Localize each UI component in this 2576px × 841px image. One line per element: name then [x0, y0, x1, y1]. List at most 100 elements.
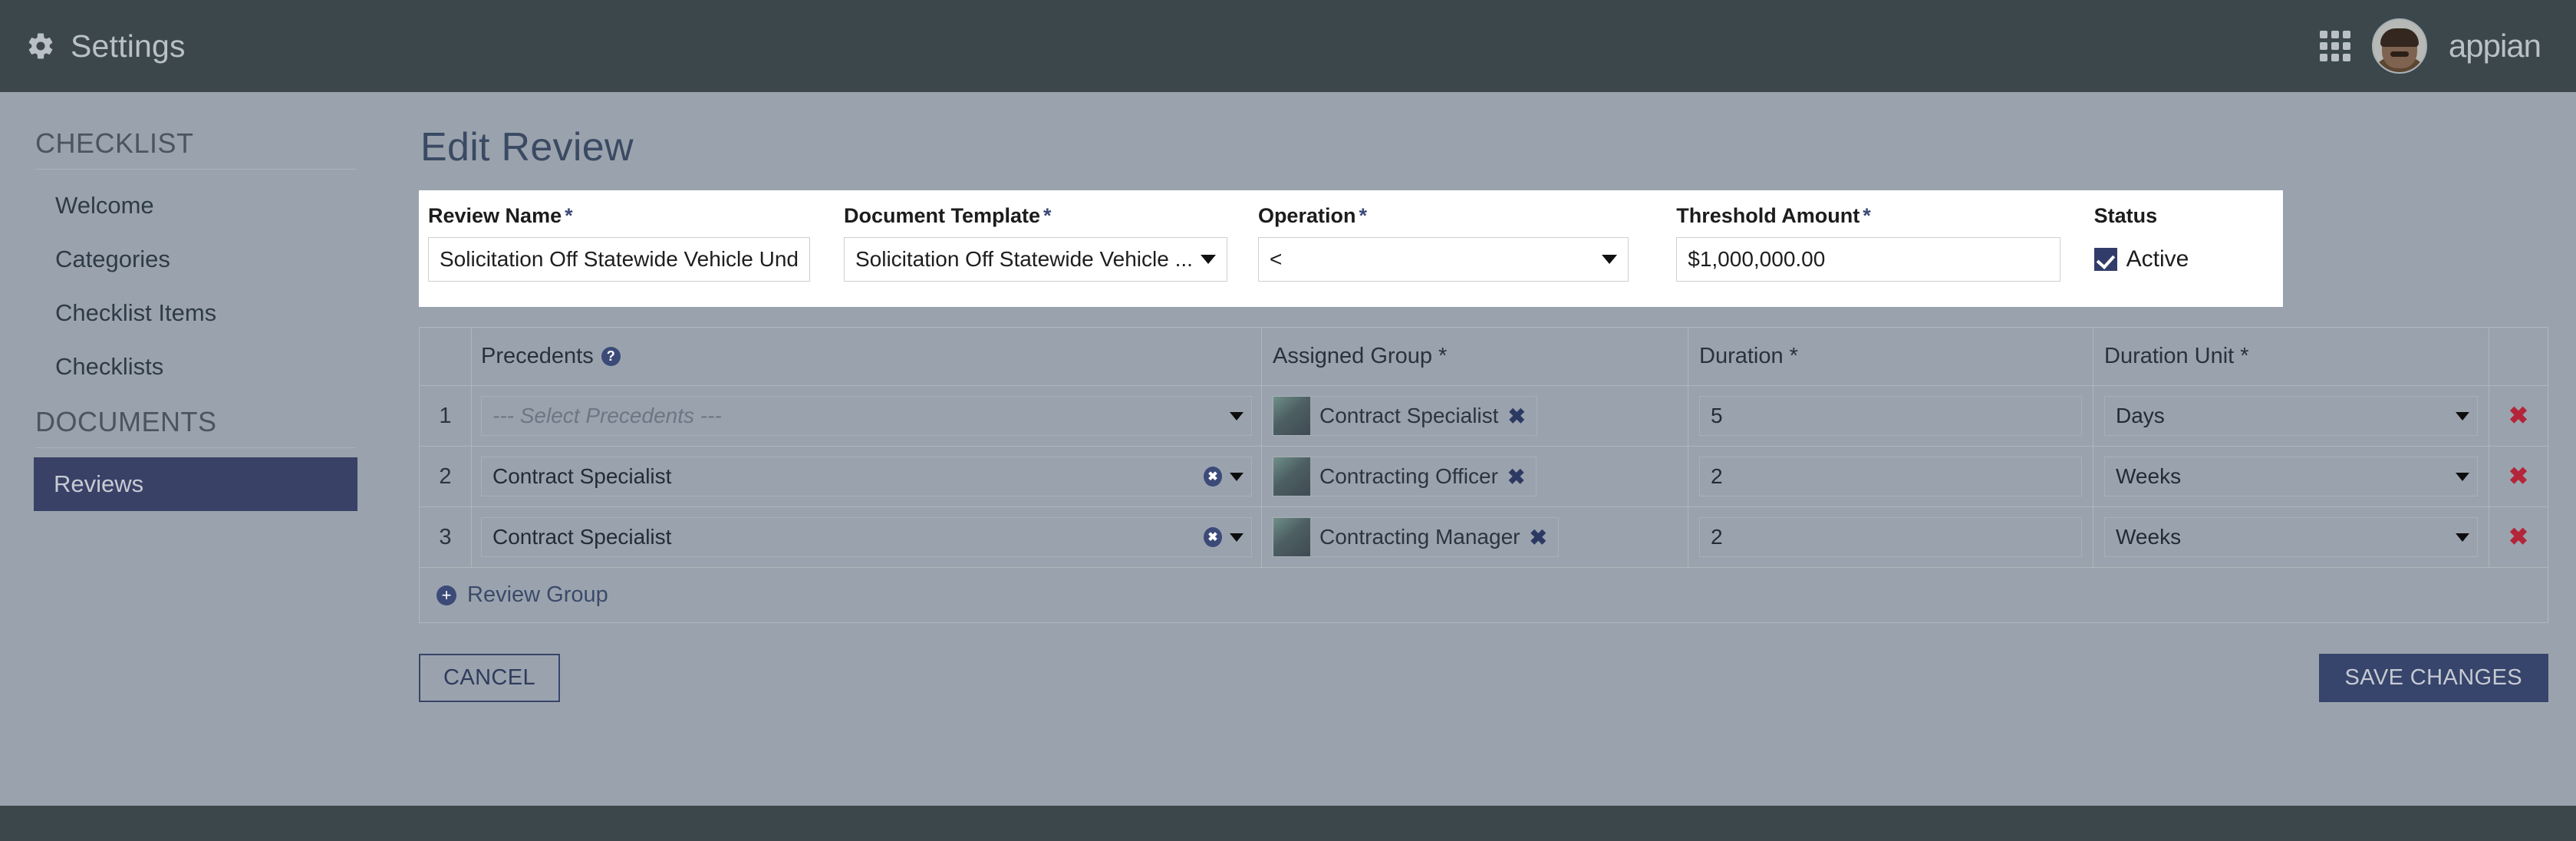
row-duration-cell: 2: [1688, 507, 2093, 567]
chevron-down-icon: [1602, 255, 1618, 264]
group-avatar: [1273, 518, 1310, 556]
precedents-select[interactable]: Contract Specialist ✖: [481, 517, 1252, 557]
precedents-select[interactable]: Contract Specialist ✖: [481, 457, 1252, 496]
assigned-group-value: Contracting Officer: [1319, 464, 1498, 488]
duration-unit-select[interactable]: Weeks: [2104, 457, 2478, 496]
clear-circle-icon[interactable]: ✖: [1204, 467, 1222, 486]
duration-input[interactable]: 2: [1699, 457, 2082, 496]
row-precedents-cell: --- Select Precedents ---: [472, 386, 1262, 446]
document-template-select[interactable]: Solicitation Off Statewide Vehicle ...: [843, 237, 1227, 282]
sidebar-section-checklist: CHECKLIST: [35, 127, 194, 159]
sidebar-item-reviews[interactable]: Reviews: [34, 457, 357, 511]
duration-unit-select[interactable]: Days: [2104, 396, 2478, 436]
assigned-group-chip[interactable]: Contract Specialist ✖: [1273, 396, 1537, 436]
duration-unit-select[interactable]: Weeks: [2104, 517, 2478, 557]
chevron-down-icon: [2456, 411, 2469, 420]
operation-select[interactable]: <: [1257, 237, 1629, 282]
operation-value: <: [1269, 247, 1283, 271]
field-review-name: Review Name * Solicitation Off Statewide …: [428, 204, 810, 282]
assigned-group-chip[interactable]: Contracting Manager ✖: [1273, 517, 1559, 557]
grid-header-row: Precedents ? Assigned Group * Duration *…: [420, 327, 2548, 386]
x-remove-icon[interactable]: ✖: [1507, 404, 1525, 429]
duration-input[interactable]: 5: [1699, 396, 2082, 436]
sidebar-item-checklists[interactable]: Checklists: [35, 340, 356, 394]
cancel-button[interactable]: CANCEL: [419, 654, 561, 702]
duration-unit-value: Weeks: [2116, 525, 2182, 549]
duration-unit-header-text: Duration Unit *: [2104, 344, 2249, 368]
gear-icon[interactable]: [26, 31, 55, 61]
chevron-down-icon: [1230, 472, 1244, 481]
top-bar-left: Settings: [26, 28, 186, 64]
row-number: 2: [420, 447, 472, 506]
threshold-amount-input[interactable]: $1,000,000.00: [1676, 237, 2060, 282]
row-delete-cell: ✖: [2489, 386, 2548, 446]
assigned-group-value: Contracting Manager: [1319, 525, 1520, 549]
review-name-input[interactable]: Solicitation Off Statewide Vehicle Und: [428, 237, 810, 282]
avatar[interactable]: [2371, 18, 2427, 74]
field-operation: Operation * <: [1257, 204, 1629, 282]
x-delete-icon[interactable]: ✖: [2508, 523, 2528, 551]
precedents-value: --- Select Precedents ---: [492, 404, 722, 427]
grid-header-delete: [2489, 328, 2548, 386]
grid-header-duration-unit: Duration Unit *: [2093, 327, 2489, 386]
help-icon[interactable]: ?: [601, 347, 621, 366]
threshold-amount-label: Threshold Amount *: [1676, 204, 2060, 228]
row-duration-unit-cell: Weeks: [2093, 447, 2489, 506]
field-threshold-amount: Threshold Amount * $1,000,000.00: [1676, 204, 2060, 282]
assigned-group-chip[interactable]: Contracting Officer ✖: [1273, 457, 1537, 496]
x-delete-icon[interactable]: ✖: [2508, 463, 2528, 490]
review-name-label: Review Name *: [428, 204, 810, 228]
row-duration-cell: 2: [1688, 447, 2093, 506]
document-template-value: Solicitation Off Statewide Vehicle ...: [855, 247, 1193, 271]
grid-header-assigned-group: Assigned Group *: [1262, 327, 1688, 386]
active-checkbox[interactable]: [2093, 248, 2117, 271]
row-number: 1: [420, 386, 472, 446]
row-assigned-group-cell: Contract Specialist ✖: [1262, 386, 1688, 446]
active-checkbox-label: Active: [2126, 246, 2189, 272]
sidebar-item-checklist-items[interactable]: Checklist Items: [35, 286, 356, 340]
document-template-label: Document Template *: [844, 204, 1227, 228]
plus-circle-icon[interactable]: +: [436, 585, 456, 605]
sidebar-divider-2: [35, 447, 356, 448]
group-avatar: [1273, 397, 1310, 435]
row-assigned-group-cell: Contracting Officer ✖: [1262, 447, 1688, 506]
app-title: Settings: [71, 28, 186, 64]
status-label: Status: [2093, 204, 2158, 227]
threshold-amount-label-text: Threshold Amount: [1676, 204, 1860, 227]
x-remove-icon[interactable]: ✖: [1529, 525, 1547, 550]
status-checkbox-row[interactable]: Active: [2093, 237, 2283, 282]
duration-value: 2: [1711, 525, 1723, 549]
form-actions: CANCEL SAVE CHANGES: [419, 654, 2548, 702]
top-bar-right: appian: [2319, 18, 2541, 74]
x-remove-icon[interactable]: ✖: [1507, 464, 1525, 490]
field-status: Status Active: [2093, 204, 2283, 282]
document-template-required: *: [1043, 204, 1052, 227]
sidebar-item-welcome[interactable]: Welcome: [35, 179, 356, 233]
sidebar-item-categories[interactable]: Categories: [35, 233, 356, 286]
table-row: 1 --- Select Precedents --- Contract Spe…: [420, 386, 2548, 447]
duration-input[interactable]: 2: [1699, 517, 2082, 557]
chevron-down-icon: [2456, 533, 2469, 542]
operation-required: *: [1359, 204, 1367, 227]
chevron-down-icon: [1200, 255, 1216, 264]
grid-header-number: [420, 327, 472, 386]
duration-value: 5: [1711, 404, 1723, 427]
precedents-value: Contract Specialist: [492, 464, 672, 488]
add-review-group-row[interactable]: + Review Group: [420, 568, 2548, 623]
top-bar: Settings appian: [0, 0, 2576, 92]
table-row: 3 Contract Specialist ✖ Contracting Mana…: [420, 507, 2548, 568]
operation-label-text: Operation: [1257, 204, 1356, 227]
chevron-down-icon: [1230, 533, 1244, 542]
x-delete-icon[interactable]: ✖: [2508, 402, 2528, 430]
clear-circle-icon[interactable]: ✖: [1204, 527, 1222, 547]
row-duration-unit-cell: Days: [2093, 386, 2489, 446]
row-delete-cell: ✖: [2489, 507, 2548, 567]
save-changes-button[interactable]: SAVE CHANGES: [2318, 654, 2548, 702]
precedents-select[interactable]: --- Select Precedents ---: [481, 396, 1252, 436]
grid-apps-icon[interactable]: [2319, 31, 2350, 61]
row-delete-cell: ✖: [2489, 447, 2548, 506]
chevron-down-icon: [2456, 472, 2469, 481]
duration-value: 2: [1711, 464, 1723, 488]
grid-header-duration: Duration *: [1688, 327, 2093, 386]
table-row: 2 Contract Specialist ✖ Contracting Offi…: [420, 447, 2548, 507]
